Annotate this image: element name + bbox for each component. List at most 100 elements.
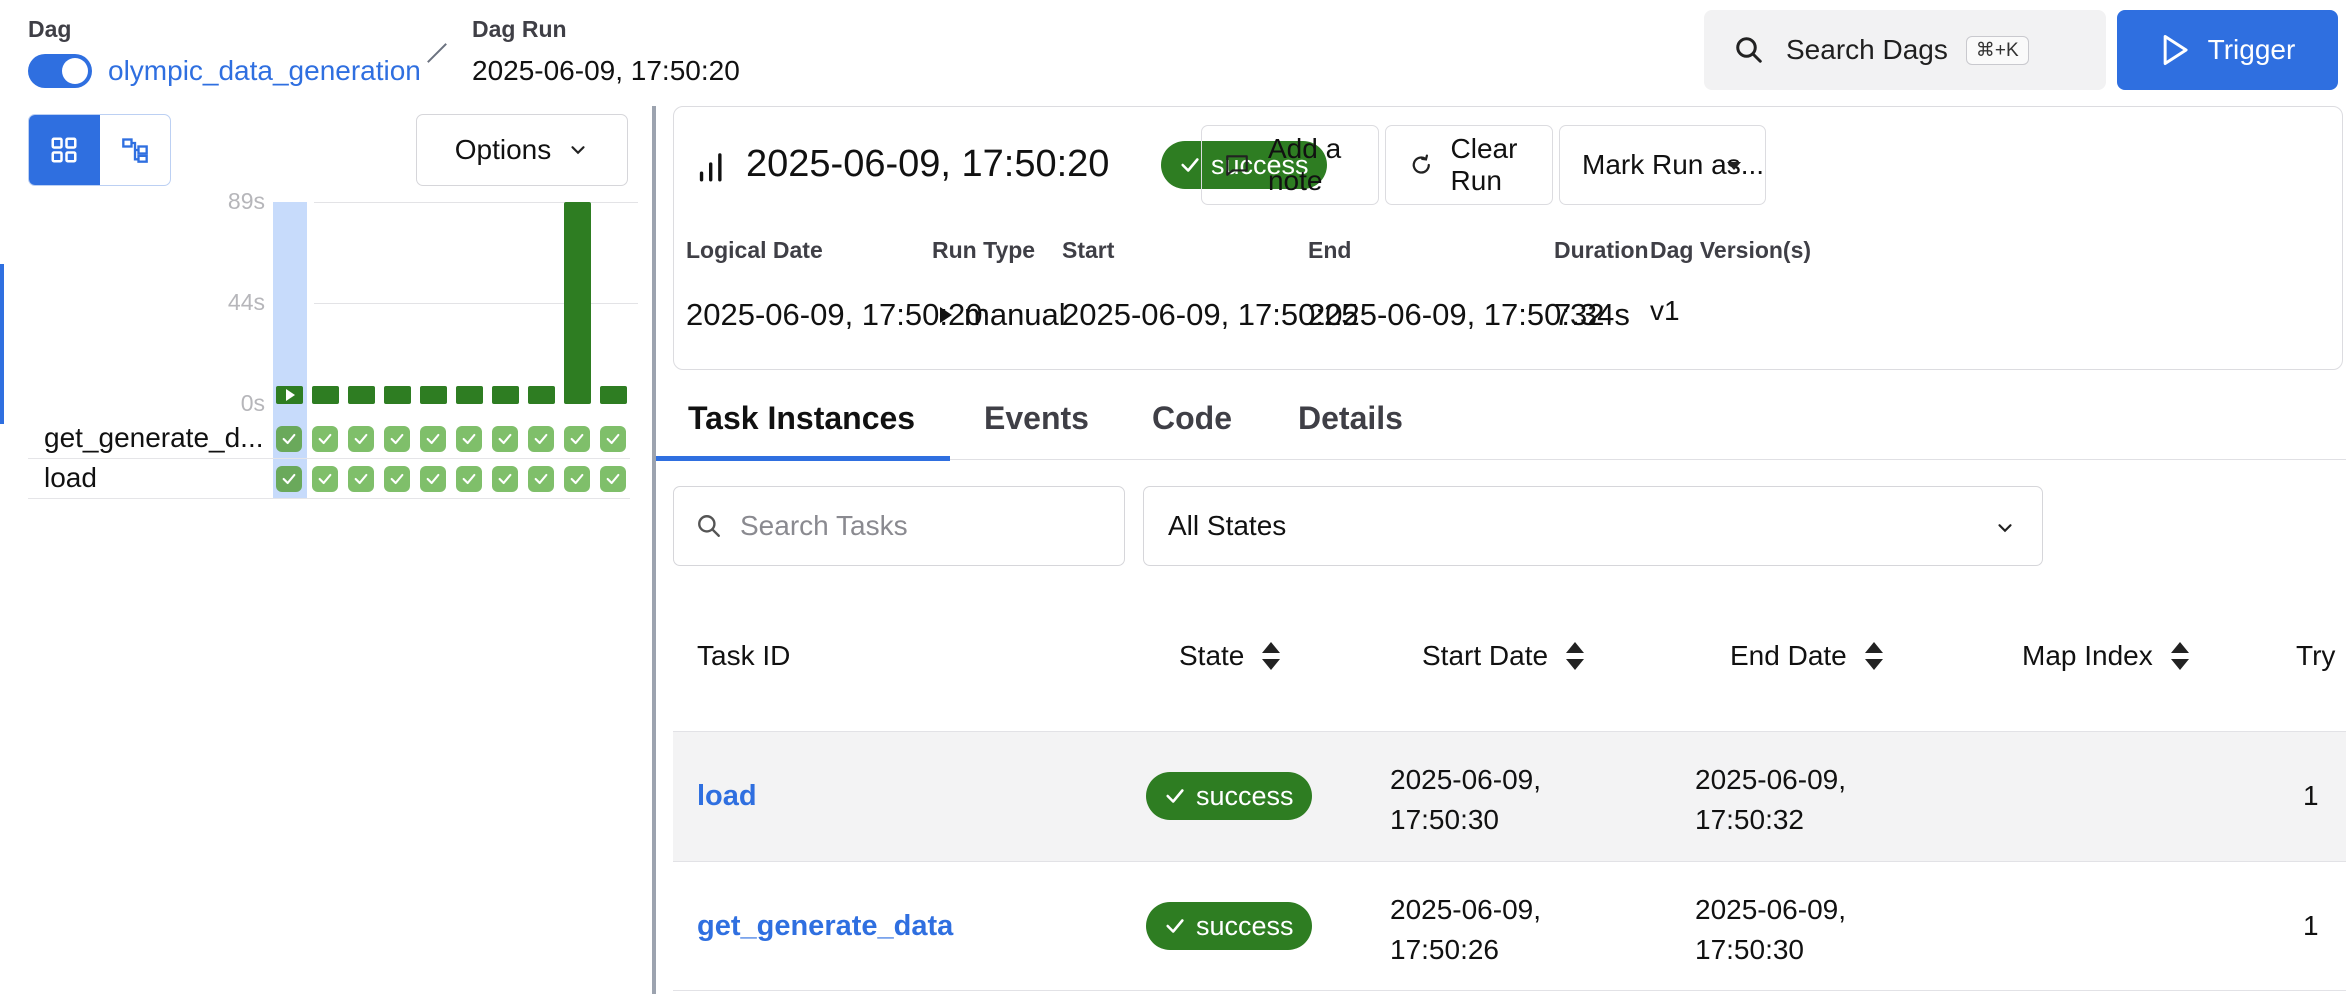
task-row-divider — [28, 498, 630, 499]
column-map-index[interactable]: Map Index — [2022, 640, 2191, 672]
dag-name-link[interactable]: olympic_data_generation — [108, 54, 421, 88]
task-instance-cell[interactable] — [420, 426, 446, 452]
meta-duration: 7.34s — [1554, 297, 1630, 332]
run-bar[interactable] — [312, 385, 339, 404]
task-instance-cell[interactable] — [492, 426, 518, 452]
task-instance-cell[interactable] — [600, 466, 626, 492]
refresh-icon — [1412, 154, 1430, 174]
dag-label: Dag — [28, 16, 72, 42]
check-icon — [318, 473, 332, 485]
clear-run-button[interactable]: Clear Run — [1385, 125, 1553, 205]
start-date-time: 17:50:30 — [1390, 804, 1499, 835]
task-instance-cell[interactable] — [384, 426, 410, 452]
run-duration-chart: 89s 44s 0s get_generate_d... load — [0, 188, 650, 500]
run-bar[interactable] — [420, 385, 447, 404]
run-bar[interactable] — [348, 385, 375, 404]
state-filter-value: All States — [1168, 510, 1287, 541]
run-bar[interactable] — [600, 385, 627, 404]
task-instance-cell[interactable] — [456, 466, 482, 492]
column-try[interactable]: Try — [2296, 640, 2346, 672]
task-instance-cell[interactable] — [348, 466, 374, 492]
tab-task-instances[interactable]: Task Instances — [688, 400, 915, 437]
tab-events[interactable]: Events — [984, 400, 1089, 437]
task-instance-cell[interactable] — [384, 466, 410, 492]
message-icon — [1226, 155, 1248, 176]
run-bar[interactable] — [384, 385, 411, 404]
end-date: 2025-06-09, 17:50:32 — [1695, 760, 1846, 840]
clear-run-label: Clear Run — [1450, 133, 1518, 196]
meta-label-logical-date: Logical Date — [686, 237, 823, 263]
search-dags-label: Search Dags — [1786, 34, 1948, 65]
task-id-link[interactable]: get_generate_data — [697, 910, 953, 943]
run-bar[interactable] — [492, 385, 519, 404]
mark-run-as-menu[interactable]: Mark Run as... — [1559, 125, 1766, 205]
task-id-link[interactable]: load — [697, 780, 757, 813]
y-tick-label: 44s — [227, 289, 265, 315]
check-icon — [282, 433, 296, 445]
check-icon — [1166, 919, 1184, 933]
table-row[interactable]: get_generate_data success 2025-06-09, 17:… — [673, 861, 2346, 991]
task-instance-cell[interactable] — [456, 426, 482, 452]
dag-run-label: Dag Run — [472, 16, 567, 42]
run-bar[interactable] — [456, 385, 483, 404]
task-instance-cell[interactable] — [528, 426, 554, 452]
task-instance-cell[interactable] — [276, 426, 302, 452]
run-bar[interactable] — [276, 385, 303, 404]
task-instance-cell[interactable] — [600, 426, 626, 452]
play-icon — [2163, 34, 2188, 66]
dag-pause-toggle[interactable] — [28, 54, 92, 88]
task-instance-cell[interactable] — [276, 466, 302, 492]
column-label: Map Index — [2022, 640, 2153, 671]
task-row-label[interactable]: get_generate_d... — [44, 422, 264, 454]
caret-down-icon — [1727, 162, 1741, 170]
sort-icon — [2170, 642, 2189, 670]
tab-code[interactable]: Code — [1152, 400, 1232, 437]
check-icon — [1166, 789, 1184, 803]
end-date-time: 17:50:30 — [1695, 934, 1804, 965]
task-instance-cell[interactable] — [312, 426, 338, 452]
trigger-label: Trigger — [2207, 34, 2296, 65]
task-instance-cell[interactable] — [564, 466, 590, 492]
start-date-time: 17:50:26 — [1390, 934, 1499, 965]
task-instance-cell[interactable] — [348, 426, 374, 452]
task-instance-cell[interactable] — [528, 466, 554, 492]
check-icon — [426, 433, 440, 445]
graph-view-button[interactable] — [100, 115, 171, 185]
state-label: success — [1196, 780, 1294, 811]
options-button[interactable]: Options — [416, 114, 628, 186]
column-start-date[interactable]: Start Date — [1422, 640, 1586, 672]
try-number: 1 — [2303, 780, 2319, 811]
tab-details[interactable]: Details — [1298, 400, 1403, 437]
chevron-down-icon — [1998, 524, 2012, 533]
column-end-date[interactable]: End Date — [1730, 640, 1885, 672]
trigger-button[interactable]: Trigger — [2117, 10, 2338, 90]
column-task-id[interactable]: Task ID — [697, 640, 790, 672]
toggle-knob — [62, 58, 88, 84]
keyboard-shortcut: ⌘+K — [1965, 35, 2029, 65]
check-icon — [606, 473, 620, 485]
dag-run-breadcrumb[interactable]: 2025-06-09, 17:50:20 — [472, 54, 740, 88]
run-bar[interactable] — [528, 385, 555, 404]
table-row[interactable]: load success 2025-06-09, 17:50:30 2025-06… — [673, 731, 2346, 861]
run-bar[interactable] — [564, 202, 591, 404]
search-tasks-field[interactable] — [673, 486, 1125, 566]
meta-dag-version: v1 — [1650, 295, 1680, 326]
column-state[interactable]: State — [1179, 640, 1282, 672]
task-row-label[interactable]: load — [44, 462, 97, 494]
search-tasks-input[interactable] — [740, 510, 1100, 542]
task-instance-cell[interactable] — [420, 466, 446, 492]
add-note-label: Add a note — [1267, 133, 1342, 196]
state-filter-select[interactable]: All States — [1143, 486, 2043, 566]
play-icon — [285, 388, 295, 401]
run-title: 2025-06-09, 17:50:20 — [746, 143, 1110, 185]
sort-icon — [1864, 642, 1883, 670]
grid-view-button[interactable] — [29, 115, 100, 185]
search-dags-button[interactable]: Search Dags ⌘+K — [1704, 10, 2106, 90]
task-instance-cell[interactable] — [492, 466, 518, 492]
task-instance-cell[interactable] — [312, 466, 338, 492]
sort-icon — [1262, 642, 1281, 670]
add-note-button[interactable]: Add a note — [1201, 125, 1379, 205]
panel-divider[interactable] — [652, 106, 656, 994]
task-instance-cell[interactable] — [564, 426, 590, 452]
bar-chart-icon — [699, 153, 722, 182]
